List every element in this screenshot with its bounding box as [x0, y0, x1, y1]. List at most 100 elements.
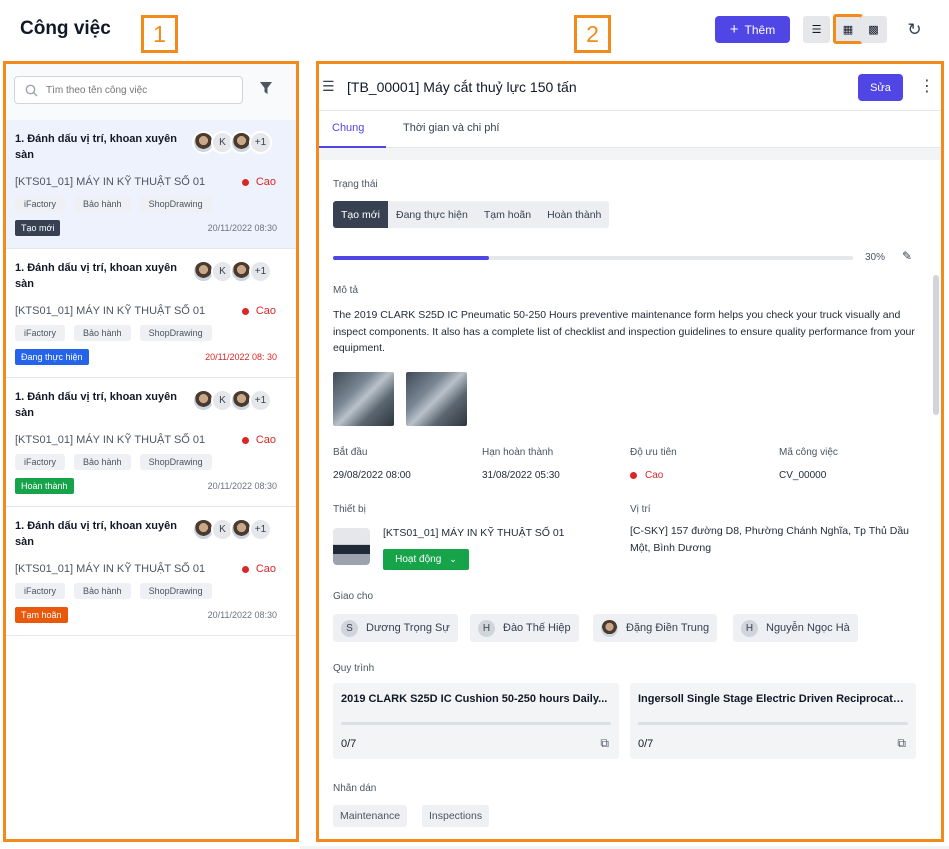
- task-tags: iFactory Bảo hành ShopDrawing: [15, 196, 212, 212]
- chevron-down-icon: ⌄: [449, 554, 457, 564]
- label-tag[interactable]: Inspections: [422, 805, 490, 827]
- search-icon: [25, 84, 38, 96]
- assignee-label: Giao cho: [333, 591, 374, 602]
- scrollbar[interactable]: [933, 275, 939, 415]
- label-tag[interactable]: Maintenance: [333, 805, 408, 827]
- device-image: [333, 528, 370, 565]
- assignee-chip[interactable]: H Nguyễn Ngọc Hà: [733, 614, 858, 642]
- assignee-avatar: H: [478, 619, 495, 637]
- task-card[interactable]: 1. Đánh dấu vị trí, khoan xuyên sàn K +1 [K…: [6, 249, 296, 378]
- description-text: The 2019 CLARK S25D IC Pneumatic 50-250 …: [333, 309, 915, 354]
- process-progress-bar: [638, 722, 908, 725]
- task-priority: Cao: [241, 563, 276, 575]
- process-count: 0/7: [341, 738, 357, 750]
- edit-progress-button[interactable]: ✎: [902, 249, 912, 263]
- add-button-label: Thêm: [744, 22, 776, 37]
- progress-value: 30%: [865, 252, 886, 263]
- device-status-dropdown[interactable]: Hoạt động ⌄: [383, 549, 469, 570]
- split-view-button[interactable]: ▦: [833, 14, 863, 44]
- task-machine: [KTS01_01] MÁY IN KỸ THUẬT SỐ 01: [15, 563, 206, 575]
- callout-2: 2: [574, 15, 611, 53]
- copy-icon[interactable]: ⧉: [897, 736, 906, 751]
- process-count: 0/7: [638, 738, 654, 750]
- more-options-button[interactable]: ⋮: [919, 76, 935, 96]
- avatar-group: K +1: [192, 389, 272, 412]
- assignee-chip[interactable]: H Đào Thế Hiệp: [470, 614, 579, 642]
- filter-button[interactable]: [260, 81, 272, 97]
- copy-icon[interactable]: ⧉: [600, 736, 609, 751]
- split-layout-icon: ▦: [842, 23, 854, 36]
- menu-toggle[interactable]: ☰: [322, 78, 335, 95]
- process-title: Ingersoll Single Stage Electric Driven R…: [638, 693, 906, 705]
- priority-value: Cao: [630, 470, 663, 481]
- priority-label: Độ ưu tiên: [630, 447, 677, 458]
- detail-body: Trạng thái Tạo mới Đang thực hiện Tạm ho…: [319, 160, 941, 839]
- plus-icon: +: [729, 21, 739, 38]
- location-label: Vị trí: [630, 504, 651, 515]
- progress-fill: [333, 256, 489, 260]
- avatar-more-count: +1: [249, 131, 272, 154]
- tab-general[interactable]: Chung: [332, 122, 364, 134]
- task-tag: Bảo hành: [74, 454, 131, 470]
- calendar-view-button[interactable]: ▩: [860, 16, 887, 43]
- task-machine: [KTS01_01] MÁY IN KỸ THUẬT SỐ 01: [15, 176, 206, 188]
- search-input[interactable]: [46, 84, 226, 96]
- callout-1: 1: [141, 15, 178, 53]
- task-priority-text: Cao: [255, 176, 276, 188]
- filter-icon: [260, 82, 272, 94]
- task-card[interactable]: 1. Đánh dấu vị trí, khoan xuyên sàn K +1 [K…: [6, 507, 296, 636]
- task-tag: ShopDrawing: [139, 583, 212, 599]
- process-label: Quy trình: [333, 663, 375, 674]
- task-tag: Bảo hành: [74, 325, 131, 341]
- priority-value-text: Cao: [645, 470, 664, 481]
- status-segmented-control: Tạo mới Đang thực hiện Tạm hoãn Hoàn thà…: [333, 201, 610, 228]
- board-view-button[interactable]: ☰: [803, 16, 830, 43]
- add-button[interactable]: + Thêm: [715, 16, 790, 43]
- refresh-icon: ↻: [907, 19, 922, 39]
- status-option-new[interactable]: Tạo mới: [333, 201, 388, 228]
- search-box[interactable]: [14, 76, 243, 104]
- status-option-done[interactable]: Hoàn thành: [539, 201, 609, 228]
- task-priority: Cao: [241, 434, 276, 446]
- process-progress-bar: [341, 722, 611, 725]
- progress-bar: [333, 256, 853, 260]
- deadline-value: 31/08/2022 05:30: [482, 470, 560, 481]
- edit-button[interactable]: Sửa: [858, 74, 903, 101]
- task-priority: Cao: [241, 176, 276, 188]
- task-tag: iFactory: [15, 325, 66, 341]
- task-tag: Bảo hành: [74, 196, 131, 212]
- task-detail-panel: ☰ [TB_00001] Máy cắt thuỷ lực 150 tấn Sử…: [316, 61, 944, 842]
- device-value[interactable]: [KTS01_01] MÁY IN KỸ THUẬT SỐ 01: [383, 527, 565, 539]
- task-tag: ShopDrawing: [139, 454, 212, 470]
- task-title: 1. Đánh dấu vị trí, khoan xuyên sàn: [15, 520, 177, 548]
- task-tags: iFactory Bảo hành ShopDrawing: [15, 583, 212, 599]
- refresh-button[interactable]: ↻: [901, 16, 928, 43]
- process-card[interactable]: 2019 CLARK S25D IC Cushion 50-250 hours …: [333, 683, 619, 759]
- status-label: Trạng thái: [333, 179, 378, 190]
- status-option-paused[interactable]: Tạm hoãn: [476, 201, 539, 228]
- attachment-image-1[interactable]: [333, 372, 394, 426]
- task-title: 1. Đánh dấu vị trí, khoan xuyên sàn: [15, 262, 177, 290]
- process-card[interactable]: Ingersoll Single Stage Electric Driven R…: [630, 683, 916, 759]
- start-label: Bắt đầu: [333, 447, 368, 458]
- assignee-chip[interactable]: S Dương Trọng Sự: [333, 614, 458, 642]
- attachment-image-2[interactable]: [406, 372, 467, 426]
- task-card[interactable]: 1. Đánh dấu vị trí, khoan xuyên sàn K +1 [K…: [6, 120, 296, 249]
- status-option-in-progress[interactable]: Đang thực hiện: [388, 201, 476, 228]
- task-tag: ShopDrawing: [139, 196, 212, 212]
- labels-label: Nhãn dán: [333, 783, 377, 794]
- status-badge: Đang thực hiện: [15, 349, 89, 365]
- task-tag: ShopDrawing: [139, 325, 212, 341]
- tab-time-cost[interactable]: Thời gian và chi phí: [403, 122, 500, 134]
- priority-dot: [241, 307, 249, 315]
- task-card[interactable]: 1. Đánh dấu vị trí, khoan xuyên sàn K +1 [K…: [6, 378, 296, 507]
- assignee-avatar: S: [341, 619, 358, 637]
- status-badge: Tạm hoãn: [15, 607, 68, 623]
- location-value: [C-SKY] 157 đường D8, Phường Chánh Nghĩa…: [630, 525, 910, 554]
- detail-header: ☰ [TB_00001] Máy cắt thuỷ lực 150 tấn Sử…: [319, 64, 941, 111]
- task-tag: iFactory: [15, 196, 66, 212]
- assignee-chip[interactable]: Đặng Điền Trung: [593, 614, 718, 642]
- task-machine: [KTS01_01] MÁY IN KỸ THUẬT SỐ 01: [15, 434, 206, 446]
- priority-dot: [241, 565, 249, 573]
- assignee-name: Đặng Điền Trung: [626, 622, 710, 634]
